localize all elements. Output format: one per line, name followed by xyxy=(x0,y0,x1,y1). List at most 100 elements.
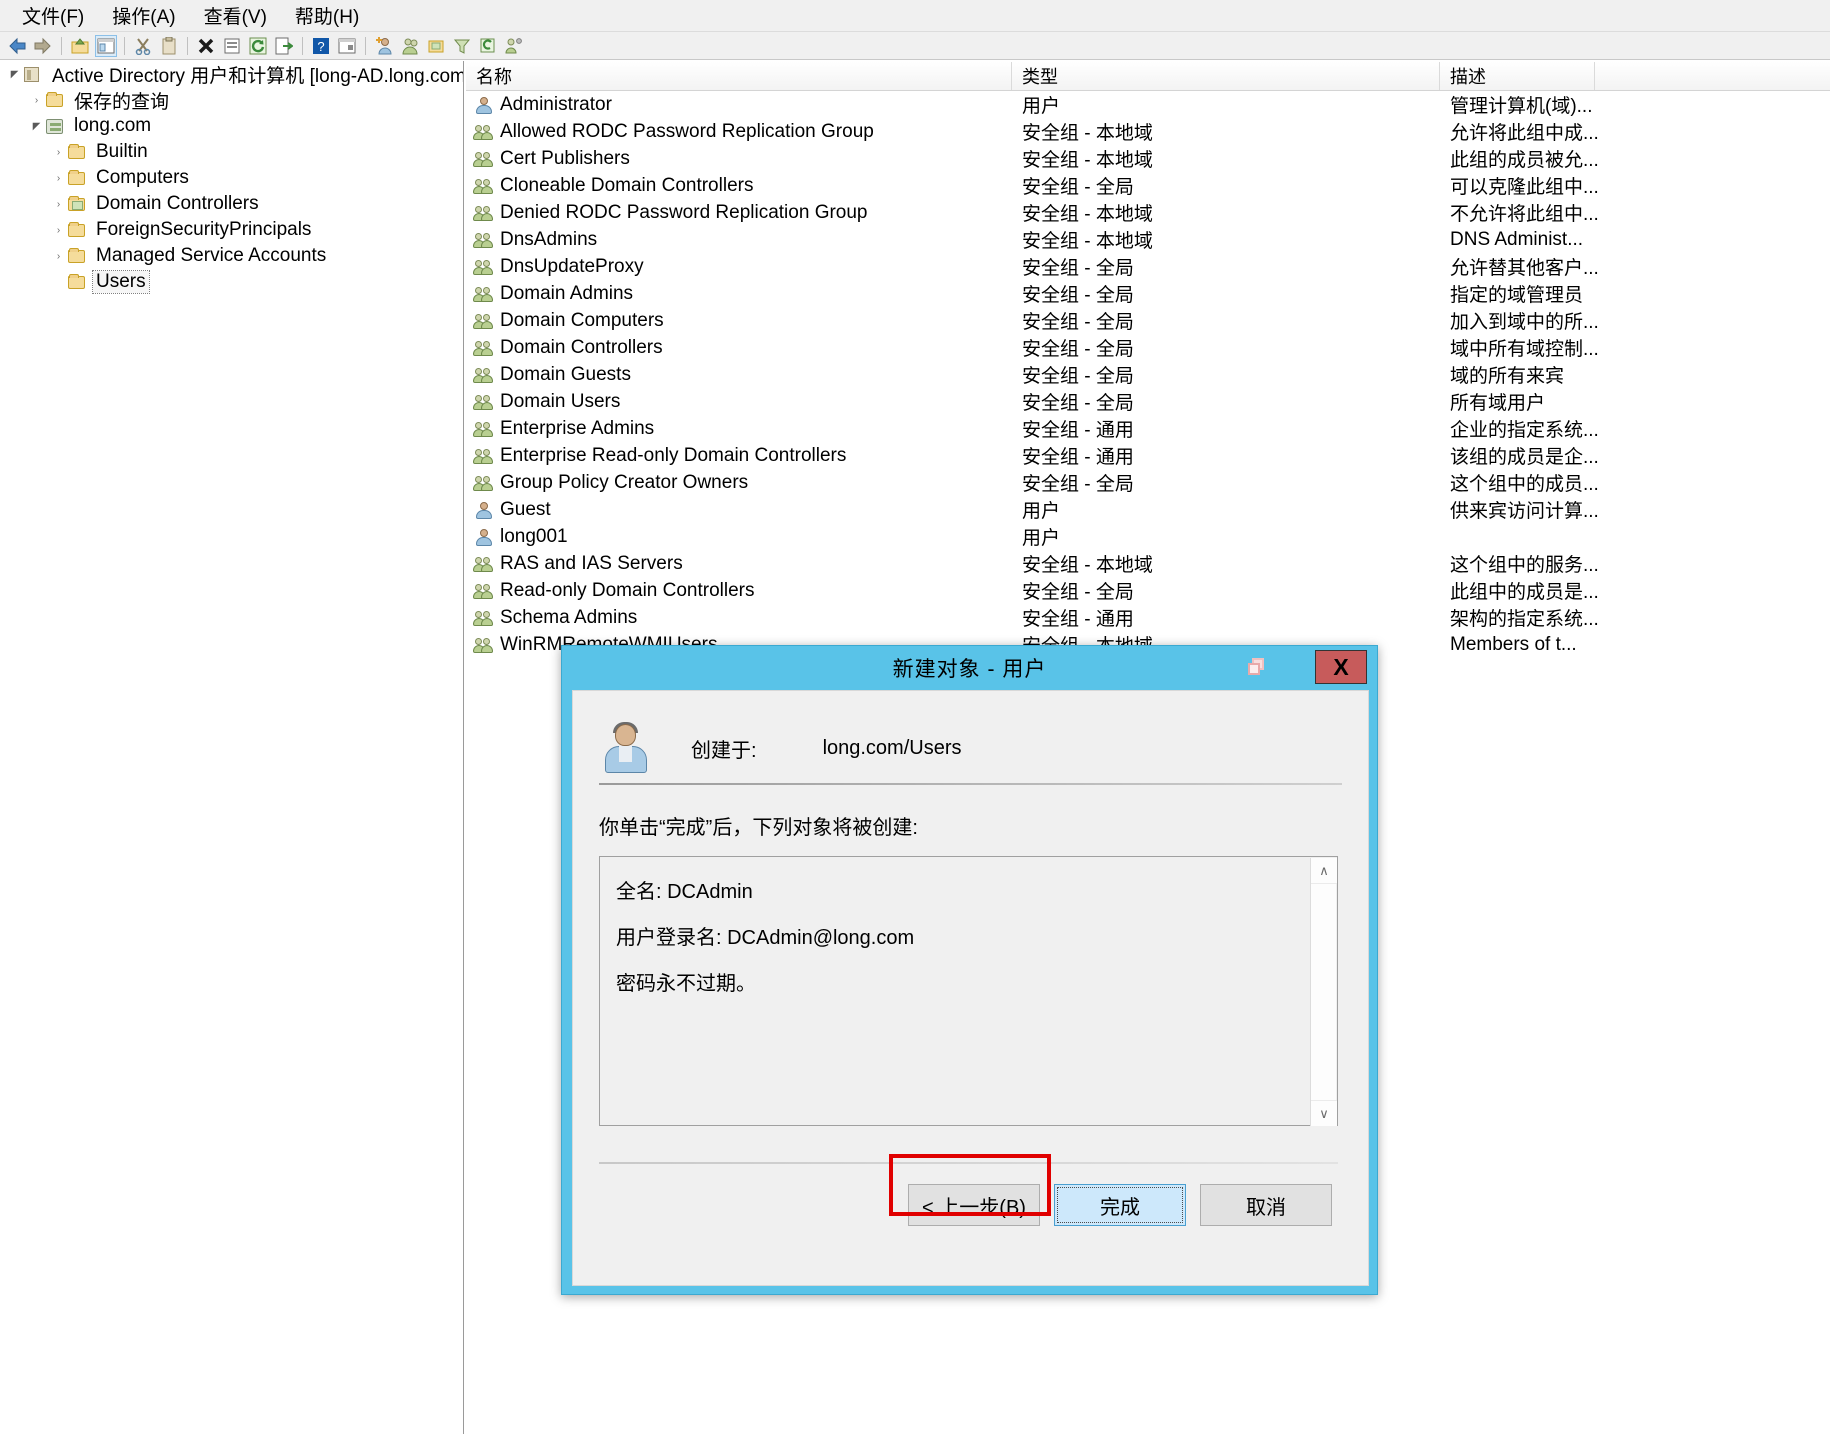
table-row[interactable]: Domain Admins 安全组 - 全局 指定的域管理员 xyxy=(466,280,1830,307)
table-row[interactable]: Cert Publishers 安全组 - 本地域 此组的成员被允... xyxy=(466,145,1830,172)
chevron-right-icon[interactable]: › xyxy=(28,92,45,109)
table-row[interactable]: Schema Admins 安全组 - 通用 架构的指定系统... xyxy=(466,604,1830,631)
table-row[interactable]: Read-only Domain Controllers 安全组 - 全局 此组中的… xyxy=(466,577,1830,604)
list-body[interactable]: Administrator 用户 管理计算机(域)... Allowed RODC P… xyxy=(466,91,1830,658)
group-icon xyxy=(473,311,494,331)
show-hide-tree-icon[interactable] xyxy=(95,34,117,57)
cell-name: Domain Admins xyxy=(466,283,1012,305)
table-row[interactable]: Enterprise Admins 安全组 - 通用 企业的指定系统... xyxy=(466,415,1830,442)
cell-type: 安全组 - 全局 xyxy=(1022,258,1134,279)
tree-item-long-com[interactable]: ◢ long.com xyxy=(0,113,463,139)
menu-file[interactable]: 文件(F) xyxy=(8,0,98,33)
table-row[interactable]: Domain Guests 安全组 - 全局 域的所有来宾 xyxy=(466,361,1830,388)
table-row[interactable]: Group Policy Creator Owners 安全组 - 全局 这个组中的… xyxy=(466,469,1830,496)
column-header-filler xyxy=(1595,62,1830,90)
dialog-title-bar[interactable]: 新建对象 - 用户 X xyxy=(562,646,1377,690)
toolbar: ? xyxy=(0,32,1830,60)
cell-description: 不允许将此组中... xyxy=(1450,204,1599,225)
cell-name-label: Domain Users xyxy=(500,390,621,412)
group-icon xyxy=(473,419,494,439)
folder-icon xyxy=(67,247,87,265)
close-icon[interactable]: X xyxy=(1315,650,1367,684)
toolbar-separator xyxy=(365,36,366,55)
cell-description: 可以克隆此组中... xyxy=(1450,177,1599,198)
new-user-icon[interactable] xyxy=(373,35,395,57)
help-icon[interactable]: ? xyxy=(310,35,332,57)
scroll-down-icon[interactable]: ∨ xyxy=(1311,1100,1337,1126)
cut-icon[interactable] xyxy=(132,35,154,57)
dialog-body: 创建于: long.com/Users 你单击“完成”后，下列对象将被创建: 全… xyxy=(572,690,1369,1286)
chevron-down-icon[interactable]: ◢ xyxy=(28,118,45,135)
cell-name: Guest xyxy=(466,499,1012,521)
table-row[interactable]: Domain Users 安全组 - 全局 所有域用户 xyxy=(466,388,1830,415)
table-row[interactable]: Domain Controllers 安全组 - 全局 域中所有域控制... xyxy=(466,334,1830,361)
filter-icon[interactable] xyxy=(451,35,473,57)
folder-icon xyxy=(45,91,65,109)
back-icon[interactable] xyxy=(6,35,28,57)
chevron-down-icon[interactable]: ◢ xyxy=(6,66,23,83)
table-row[interactable]: Administrator 用户 管理计算机(域)... xyxy=(466,91,1830,118)
toolbar-separator xyxy=(302,36,303,55)
new-object-user-dialog[interactable]: 新建对象 - 用户 X 创建于: long.com/Users 你单击“完成”后… xyxy=(561,645,1378,1295)
cell-name: long001 xyxy=(466,526,1012,548)
show-console-tree-icon[interactable] xyxy=(336,35,358,57)
tree-item-domain-controllers[interactable]: › Domain Controllers xyxy=(0,191,463,217)
summary-scrollbar[interactable]: ∧ ∨ xyxy=(1310,858,1337,1126)
console-tree-panel[interactable]: ◢ Active Directory 用户和计算机 [long-AD.long.c… xyxy=(0,61,464,1434)
export-list-icon[interactable] xyxy=(273,35,295,57)
menu-action[interactable]: 操作(A) xyxy=(98,0,189,33)
tree-item-foreignsecurityprincipals[interactable]: › ForeignSecurityPrincipals xyxy=(0,217,463,243)
table-row[interactable]: RAS and IAS Servers 安全组 - 本地域 这个组中的服务... xyxy=(466,550,1830,577)
column-header-description[interactable]: 描述 xyxy=(1440,62,1595,90)
forward-icon[interactable] xyxy=(32,35,54,57)
folder-special-icon xyxy=(67,195,87,213)
scroll-up-icon[interactable]: ∧ xyxy=(1311,858,1337,884)
table-row[interactable]: Denied RODC Password Replication Group 安全… xyxy=(466,199,1830,226)
menu-help[interactable]: 帮助(H) xyxy=(281,0,373,33)
cell-name-label: Allowed RODC Password Replication Group xyxy=(500,120,874,142)
chevron-right-icon[interactable]: › xyxy=(50,144,67,161)
table-row[interactable]: Enterprise Read-only Domain Controllers 安… xyxy=(466,442,1830,469)
finish-button[interactable]: 完成 xyxy=(1054,1184,1186,1226)
copy-icon[interactable] xyxy=(158,35,180,57)
tree-item-label: Managed Service Accounts xyxy=(96,245,327,266)
restore-window-icon[interactable] xyxy=(1245,654,1271,680)
tree-item-managed-service-accounts[interactable]: › Managed Service Accounts xyxy=(0,243,463,269)
chevron-right-icon[interactable]: › xyxy=(50,222,67,239)
chevron-right-icon[interactable]: › xyxy=(50,248,67,265)
table-row[interactable]: Allowed RODC Password Replication Group 安… xyxy=(466,118,1830,145)
column-header-type[interactable]: 类型 xyxy=(1012,62,1440,90)
tree-item-active-directory-long-ad-long-com[interactable]: ◢ Active Directory 用户和计算机 [long-AD.long.c… xyxy=(0,61,463,87)
column-header-name[interactable]: 名称 xyxy=(466,62,1012,90)
tree-item-users[interactable]: Users xyxy=(0,269,463,295)
chevron-right-icon[interactable]: › xyxy=(50,170,67,187)
cell-type: 安全组 - 全局 xyxy=(1022,366,1134,387)
table-row[interactable]: long001 用户 xyxy=(466,523,1830,550)
menu-view[interactable]: 查看(V) xyxy=(190,0,281,33)
table-row[interactable]: Domain Computers 安全组 - 全局 加入到域中的所... xyxy=(466,307,1830,334)
back-button[interactable]: < 上一步(B) xyxy=(908,1184,1040,1226)
advanced-features-icon[interactable] xyxy=(503,35,525,57)
up-folder-icon[interactable] xyxy=(69,35,91,57)
user-avatar-icon xyxy=(603,722,649,774)
table-row[interactable]: DnsAdmins 安全组 - 本地域 DNS Administ... xyxy=(466,226,1830,253)
cancel-button[interactable]: 取消 xyxy=(1200,1184,1332,1226)
cell-name: Group Policy Creator Owners xyxy=(466,472,1012,494)
chevron-right-icon[interactable]: › xyxy=(50,196,67,213)
tree-item-builtin[interactable]: › Builtin xyxy=(0,139,463,165)
summary-textbox[interactable]: 全名: DCAdmin 用户登录名: DCAdmin@long.com 密码永不… xyxy=(599,856,1338,1126)
delete-icon[interactable] xyxy=(195,35,217,57)
find-icon[interactable] xyxy=(477,35,499,57)
properties-icon[interactable] xyxy=(221,35,243,57)
table-row[interactable]: DnsUpdateProxy 安全组 - 全局 允许替其他客户... xyxy=(466,253,1830,280)
new-ou-icon[interactable] xyxy=(425,35,447,57)
tree-item-computers[interactable]: › Computers xyxy=(0,165,463,191)
group-icon xyxy=(473,581,494,601)
new-group-icon[interactable] xyxy=(399,35,421,57)
table-row[interactable]: Guest 用户 供来宾访问计算... xyxy=(466,496,1830,523)
cell-type: 安全组 - 全局 xyxy=(1022,177,1134,198)
refresh-icon[interactable] xyxy=(247,35,269,57)
dialog-button-row: < 上一步(B) 完成 取消 xyxy=(573,1154,1368,1226)
table-row[interactable]: Cloneable Domain Controllers 安全组 - 全局 可以克隆… xyxy=(466,172,1830,199)
tree-item-[interactable]: › 保存的查询 xyxy=(0,87,463,113)
